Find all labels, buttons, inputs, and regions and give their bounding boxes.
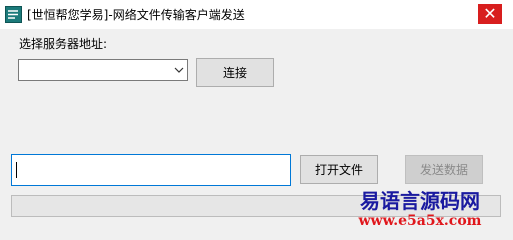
send-data-button-label: 发送数据 (419, 163, 468, 177)
connect-button[interactable]: 连接 (196, 58, 274, 87)
title-bar: [世恒帮您学易]-网络文件传输客户端发送 ✕ (0, 0, 513, 29)
close-button[interactable]: ✕ (478, 4, 502, 24)
server-address-label: 选择服务器地址: (19, 37, 108, 51)
server-address-combobox[interactable] (18, 59, 188, 81)
connect-button-label: 连接 (222, 66, 247, 80)
window-title: [世恒帮您学易]-网络文件传输客户端发送 (27, 8, 245, 22)
watermark-url: www.e5a5x.com (358, 213, 482, 229)
send-data-button: 发送数据 (405, 155, 483, 184)
open-file-button-label: 打开文件 (314, 163, 363, 177)
app-icon (5, 6, 22, 23)
site-watermark: 易语言源码网 www.e5a5x.com (350, 190, 490, 230)
open-file-button[interactable]: 打开文件 (300, 155, 378, 184)
chevron-down-icon[interactable] (174, 65, 184, 75)
file-path-input[interactable] (11, 154, 291, 186)
text-caret (16, 162, 17, 178)
close-icon: ✕ (483, 4, 497, 23)
watermark-title: 易语言源码网 (360, 189, 480, 213)
app-window: [世恒帮您学易]-网络文件传输客户端发送 ✕ 选择服务器地址: 连接 打开文件 … (0, 0, 513, 238)
